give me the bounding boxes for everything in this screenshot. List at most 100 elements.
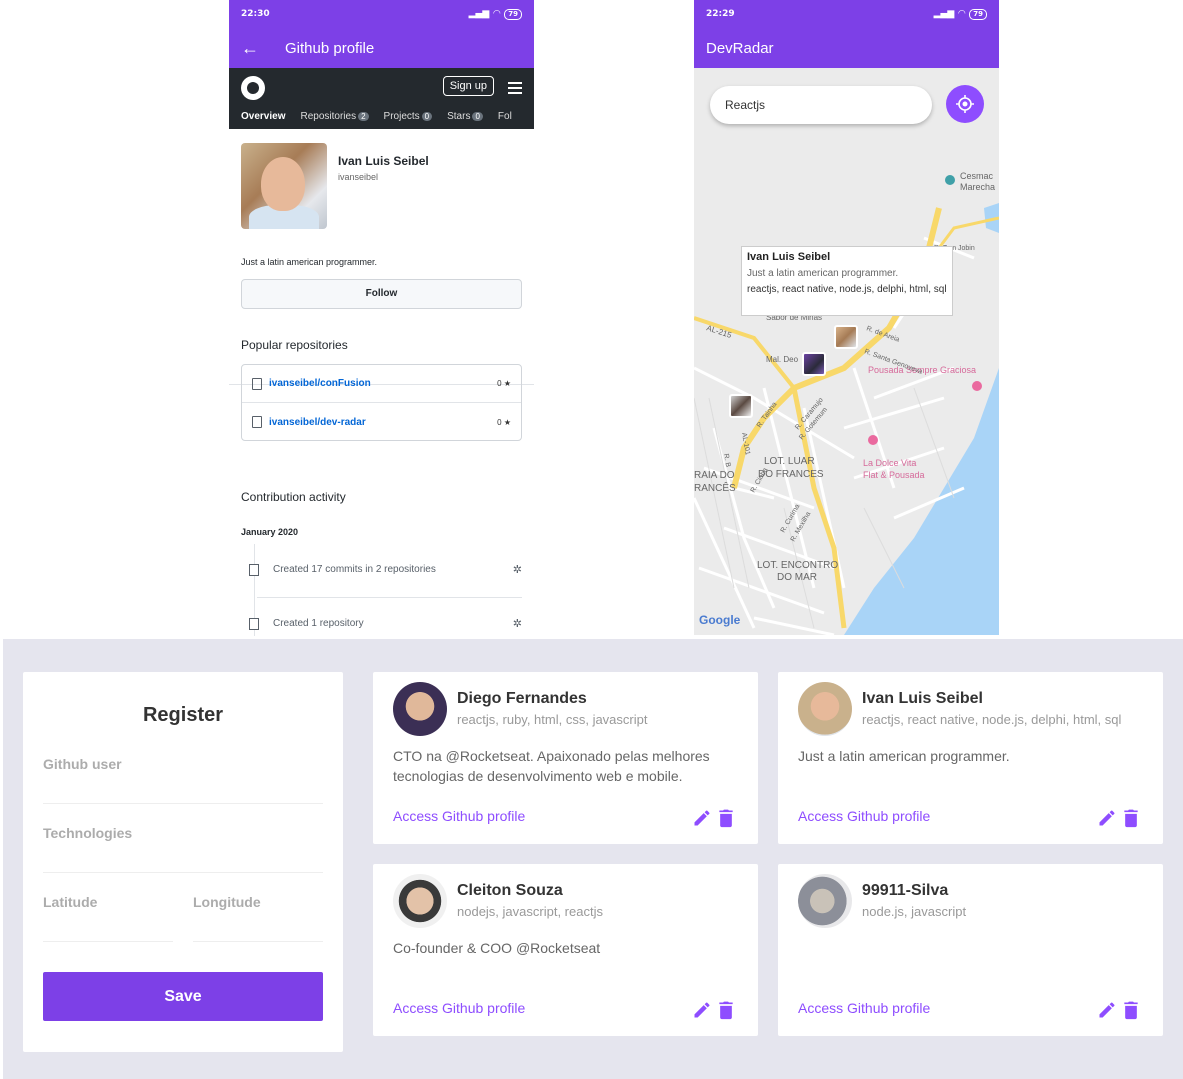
status-bar: 22:30 ▂▄▆ ◠ 79 <box>229 0 534 28</box>
svg-text:Marecha: Marecha <box>960 182 995 192</box>
trash-icon[interactable] <box>718 1000 734 1020</box>
status-time: 22:29 <box>706 9 735 19</box>
wifi-icon: ◠ <box>958 9 966 19</box>
latitude-field[interactable]: Latitude <box>43 894 173 942</box>
technologies-field[interactable]: Technologies <box>43 825 323 873</box>
svg-text:RAIA DO: RAIA DO <box>694 470 735 481</box>
pencil-icon[interactable] <box>1097 1000 1117 1020</box>
repo-name[interactable]: ivanseibel/dev-radar <box>269 417 497 428</box>
profile-login: ivanseibel <box>338 172 379 182</box>
github-profile-link[interactable]: Access Github profile <box>393 808 525 824</box>
avatar <box>798 682 852 736</box>
pencil-icon[interactable] <box>692 808 712 828</box>
dev-name: Ivan Luis Seibel <box>862 690 983 707</box>
trash-icon[interactable] <box>1123 808 1139 828</box>
repo-icon <box>249 617 259 630</box>
dev-map-marker[interactable] <box>802 352 826 376</box>
github-profile-link[interactable]: Access Github profile <box>798 808 930 824</box>
profile-tabs: Overview Repositories 2 Projects 0 Stars 0 … <box>241 111 512 122</box>
repo-name[interactable]: ivanseibel/conFusion <box>269 378 497 389</box>
dev-name: Cleiton Souza <box>457 882 563 899</box>
trash-icon[interactable] <box>1123 1000 1139 1020</box>
app-bar: ← Github profile <box>229 28 534 68</box>
activity-item: Created 1 repository ✲ <box>241 617 522 630</box>
avatar <box>393 682 447 736</box>
tab-repositories[interactable]: Repositories 2 <box>300 111 369 122</box>
map-view[interactable]: Cesmac Marecha R. Tom Jobin Sabor de Min… <box>694 68 999 635</box>
dev-techs: reactjs, ruby, html, css, javascript <box>457 712 648 727</box>
dev-card: Ivan Luis Seibel reactjs, react native, … <box>778 672 1163 844</box>
battery-icon: 79 <box>504 8 522 20</box>
technologies-label: Technologies <box>43 825 133 841</box>
tab-projects[interactable]: Projects 0 <box>384 111 433 122</box>
repo-item[interactable]: ivanseibel/conFusion 0 ★ <box>242 365 521 403</box>
trash-icon[interactable] <box>718 808 734 828</box>
repo-stars: 0 ★ <box>497 417 511 427</box>
status-bar: 22:29 ▂▄▆ ◠ 79 <box>694 0 999 28</box>
tab-count: 0 <box>472 112 483 121</box>
svg-text:La Dolce Vita: La Dolce Vita <box>863 458 916 468</box>
callout-techs: reactjs, react native, node.js, delphi, … <box>747 284 947 295</box>
expand-icon[interactable]: ✲ <box>513 563 522 576</box>
dev-card: Cleiton Souza nodejs, javascript, reactj… <box>373 864 758 1036</box>
divider <box>257 597 522 598</box>
repo-item[interactable]: ivanseibel/dev-radar 0 ★ <box>242 403 521 441</box>
dev-techs: reactjs, react native, node.js, delphi, … <box>862 712 1122 727</box>
crosshair-icon <box>956 95 974 113</box>
svg-text:DO MAR: DO MAR <box>777 572 817 583</box>
dev-map-marker[interactable] <box>729 394 753 418</box>
dev-techs: node.js, javascript <box>862 904 967 919</box>
back-arrow-icon[interactable]: ← <box>241 38 273 59</box>
latitude-label: Latitude <box>43 894 98 910</box>
tab-followers[interactable]: Fol <box>498 111 512 122</box>
follow-button[interactable]: Follow <box>241 279 522 309</box>
tab-stars[interactable]: Stars 0 <box>447 111 483 122</box>
github-user-field[interactable]: Github user <box>43 756 323 804</box>
location-button[interactable] <box>946 85 984 123</box>
dev-callout[interactable]: Ivan Luis Seibel Just a latin american p… <box>741 246 953 316</box>
github-profile-link[interactable]: Access Github profile <box>393 1000 525 1016</box>
tech-search-input[interactable]: Reactjs <box>710 86 932 124</box>
expand-icon[interactable]: ✲ <box>513 617 522 630</box>
tab-count: 2 <box>358 112 369 121</box>
longitude-field[interactable]: Longitude <box>193 894 323 942</box>
tab-count: 0 <box>421 112 433 121</box>
wifi-icon: ◠ <box>493 9 501 19</box>
svg-text:RANCÊS: RANCÊS <box>694 481 736 494</box>
svg-text:LOT. ENCONTRO: LOT. ENCONTRO <box>757 560 838 571</box>
dev-name: Diego Fernandes <box>457 690 587 707</box>
devradar-web-app: Register Github user Technologies Latitu… <box>3 639 1183 1079</box>
battery-icon: 79 <box>969 8 987 20</box>
repo-icon <box>252 416 262 428</box>
longitude-label: Longitude <box>193 894 261 910</box>
activity-text: Created 1 repository <box>273 618 364 629</box>
activity-item: Created 17 commits in 2 repositories ✲ <box>241 563 522 576</box>
callout-bio: Just a latin american programmer. <box>747 268 899 279</box>
dev-map-marker[interactable] <box>834 325 858 349</box>
contribution-month: January 2020 <box>241 527 299 537</box>
devradar-map-screen: 22:29 ▂▄▆ ◠ 79 DevRadar Cesmac Marecha R… <box>694 0 999 635</box>
dev-name: 99911-Silva <box>862 882 949 899</box>
menu-icon[interactable] <box>508 82 522 97</box>
profile-name: Ivan Luis Seibel <box>338 154 429 168</box>
popular-repos-title: Popular repositories <box>241 338 348 352</box>
pencil-icon[interactable] <box>1097 808 1117 828</box>
save-button[interactable]: Save <box>43 972 323 1021</box>
dev-card: 99911-Silva node.js, javascript Access G… <box>778 864 1163 1036</box>
github-profile-link[interactable]: Access Github profile <box>798 1000 930 1016</box>
avatar <box>798 874 852 928</box>
pencil-icon[interactable] <box>692 1000 712 1020</box>
dev-card: Diego Fernandes reactjs, ruby, html, css… <box>373 672 758 844</box>
profile-bio: Just a latin american programmer. <box>241 257 378 267</box>
commit-icon <box>249 563 259 576</box>
contribution-title: Contribution activity <box>241 490 346 504</box>
app-bar-title: Github profile <box>285 39 375 57</box>
dev-bio: Co-founder & COO @Rocketseat <box>393 940 601 956</box>
github-user-label: Github user <box>43 756 122 772</box>
sign-up-button[interactable]: Sign up <box>442 76 494 96</box>
repo-list: ivanseibel/conFusion 0 ★ ivanseibel/dev-… <box>241 364 522 441</box>
svg-text:Flat & Pousada: Flat & Pousada <box>863 470 925 480</box>
status-time: 22:30 <box>241 9 270 19</box>
tab-overview[interactable]: Overview <box>241 111 285 122</box>
github-logo-icon[interactable] <box>241 76 265 100</box>
